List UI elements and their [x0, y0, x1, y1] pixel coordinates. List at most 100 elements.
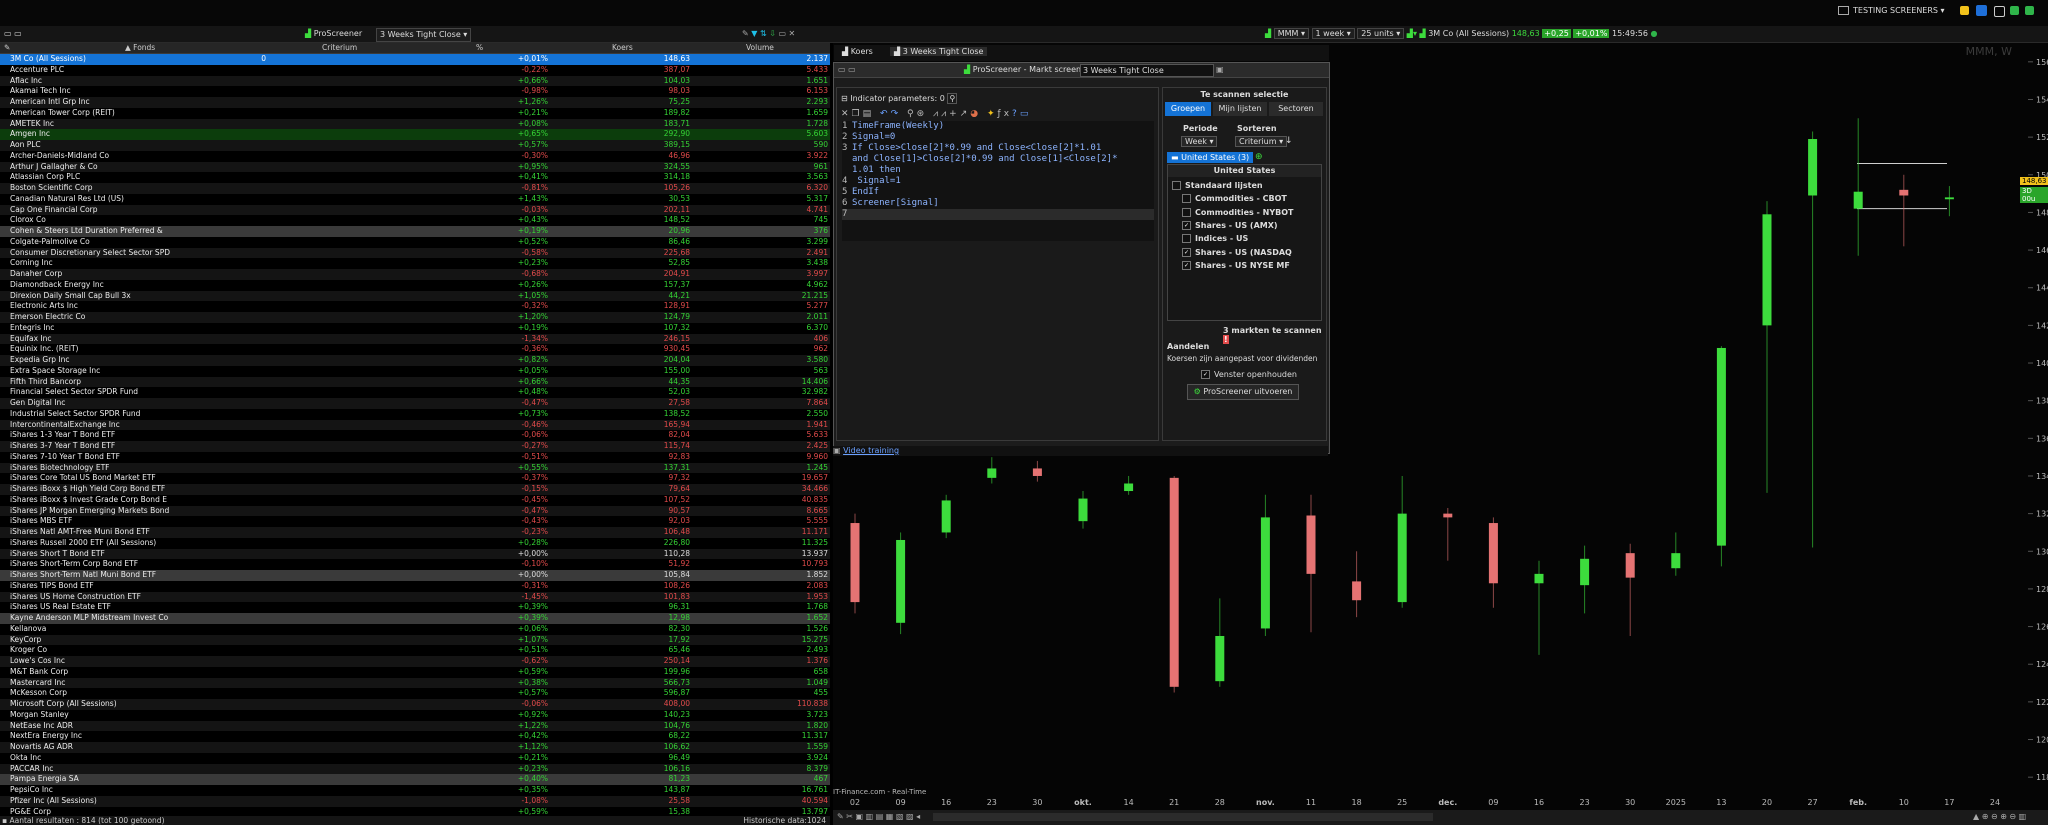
market-item[interactable]: Commodities - NYBOT	[1182, 207, 1294, 217]
chart-scrollbar[interactable]	[933, 813, 1433, 821]
table-row[interactable]: Colgate-Palmolive Co +0,52% 86,46 3.299	[0, 237, 830, 248]
candle-body[interactable]	[1260, 517, 1270, 629]
candle-body[interactable]	[1215, 635, 1225, 682]
market-checkbox[interactable]: ✓	[1182, 247, 1191, 257]
table-row[interactable]: PG&E Corp +0,59% 15,38 13.797	[0, 807, 830, 817]
trend-icon[interactable]: ↗	[960, 109, 971, 119]
period-select[interactable]: 1 week ▾	[1311, 28, 1355, 39]
table-row[interactable]: Extra Space Storage Inc +0,05% 155,00 563	[0, 366, 830, 377]
market-checkbox[interactable]	[1172, 181, 1181, 190]
window-controls[interactable]: ▭ ▭	[4, 28, 22, 40]
market-checkbox[interactable]: ✓	[1182, 260, 1191, 270]
table-row[interactable]: Fifth Third Bancorp +0,66% 44,35 14.406	[0, 376, 830, 388]
table-row[interactable]: iShares 7-10 Year T Bond ETF -0,51% 92,83 9…	[0, 452, 830, 463]
table-row[interactable]: Danaher Corp -0,68% 204,91 3.997	[0, 269, 830, 280]
table-row[interactable]: Okta Inc +0,21% 96,49 3.924	[0, 753, 830, 764]
table-row[interactable]: Gen Digital Inc -0,47% 27,58 7.864	[0, 398, 830, 409]
periode-select[interactable]: Week ▾	[1181, 136, 1218, 147]
code-line[interactable]: 6 Screener[Signal]	[842, 198, 939, 209]
table-row[interactable]: iShares Russell 2000 ETF (All Sessions) +…	[0, 538, 830, 549]
candle-body[interactable]	[1306, 515, 1316, 574]
table-row[interactable]: PepsiCo Inc +0,35% 143,87 16.761	[0, 785, 830, 796]
table-row[interactable]: Expedia Grp Inc +0,82% 204,04 3.580	[0, 355, 830, 366]
table-row[interactable]: IntercontinentalExchange Inc -0,46% 165,94…	[0, 419, 830, 431]
help-icon[interactable]: ?	[1012, 109, 1020, 119]
variable-icon[interactable]: ⅹ	[1004, 109, 1012, 119]
column-header-koers[interactable]: Koers	[612, 43, 633, 53]
candle-body[interactable]	[1671, 553, 1681, 569]
table-row[interactable]: iShares Biotechnology ETF +0,55% 137,31 1.2…	[0, 462, 830, 474]
undo-icon[interactable]: ↶	[880, 109, 891, 119]
color-icon[interactable]: ◕	[970, 109, 981, 119]
print-icon[interactable]: ▭	[1020, 109, 1032, 119]
tab-koers[interactable]: ▟ Koers	[842, 47, 873, 56]
flag-icon[interactable]	[1960, 6, 1969, 15]
table-row[interactable]: Mastercard Inc +0,38% 566,73 1.049	[0, 677, 830, 689]
code-line[interactable]: and Close[1]>Close[2]*0.99 and Close[1]<…	[842, 154, 1118, 165]
table-row[interactable]: Aflac Inc +0,66% 104,03 1.651	[0, 75, 830, 87]
table-row[interactable]: iShares Core Total US Bond Market ETF -0,…	[0, 473, 830, 484]
table-row[interactable]: Kellanova +0,06% 82,30 1.526	[0, 624, 830, 635]
candle-body[interactable]	[1032, 468, 1042, 476]
code-line[interactable]: 4 Signal=1	[842, 176, 901, 187]
candle-body[interactable]	[1397, 513, 1407, 603]
table-row[interactable]: Archer-Daniels-Midland Co -0,30% 46,96 3.92…	[0, 151, 830, 162]
table-row[interactable]: Equinix Inc. (REIT) -0,36% 930,45 962	[0, 344, 830, 355]
table-row[interactable]: AMETEK Inc +0,08% 183,71 1.728	[0, 118, 830, 130]
market-item[interactable]: Commodities - CBOT	[1182, 194, 1287, 204]
candle-body[interactable]	[1853, 191, 1863, 209]
table-row[interactable]: Equifax Inc -1,34% 246,15 406	[0, 333, 830, 345]
table-row[interactable]: iShares Natl AMT-Free Muni Bond ETF -0,23…	[0, 527, 830, 538]
table-row[interactable]: iShares TIPS Bond ETF -0,31% 108,26 2.083	[0, 581, 830, 592]
table-row[interactable]: American Intl Grp Inc +1,26% 75,25 2.293	[0, 97, 830, 108]
candle-body[interactable]	[1808, 139, 1818, 196]
table-row[interactable]: M&T Bank Corp +0,59% 199,96 658	[0, 667, 830, 678]
candle-body[interactable]	[1944, 197, 1954, 200]
table-row[interactable]: Pampa Energia SA +0,40% 81,23 467	[0, 774, 830, 785]
editor-toolbar[interactable]: ✕❐▤ ↶↷ ⚲⊛ ⩘⩘+↗◕ ✦ƒⅹ?▭	[841, 109, 1031, 119]
magnifier-icon[interactable]: ⚲	[947, 93, 958, 104]
profile-menu[interactable]: TESTING SCREENERS ▾	[1838, 6, 1945, 15]
table-row[interactable]: American Tower Corp (REIT) +0,21% 189,82 1.…	[0, 108, 830, 119]
sort-icon[interactable]: ⇅	[760, 29, 767, 38]
status-icon[interactable]	[2010, 6, 2019, 15]
table-row[interactable]: iShares 3-7 Year T Bond ETF -0,27% 115,74 2…	[0, 441, 830, 452]
table-row[interactable]: iShares MBS ETF -0,43% 92,03 5.555	[0, 516, 830, 527]
table-row[interactable]: Industrial Select Sector SPDR Fund +0,73%…	[0, 409, 830, 420]
table-row[interactable]: Lowe's Cos Inc -0,62% 250,14 1.376	[0, 656, 830, 667]
bulb-icon[interactable]: ✦	[987, 109, 998, 119]
target-icon[interactable]: ⊛	[917, 109, 928, 119]
column-header-fonds[interactable]: ▲ Fonds	[125, 43, 155, 53]
search-icon[interactable]: ⚲	[907, 109, 917, 119]
table-row[interactable]: Amgen Inc +0,65% 292,90 5.603	[0, 129, 830, 140]
candle-body[interactable]	[1762, 214, 1772, 326]
table-row[interactable]: Financial Select Sector SPDR Fund +0,48% 5…	[0, 387, 830, 398]
table-row[interactable]: Atlassian Corp PLC +0,41% 314,18 3.563	[0, 172, 830, 183]
expand-icon[interactable]	[1994, 6, 2005, 17]
wrench-icon[interactable]: ✎	[742, 29, 749, 38]
table-row[interactable]: iShares US Home Construction ETF -1,45% 10…	[0, 591, 830, 603]
screener-name-field[interactable]: 3 Weeks Tight Close	[1080, 64, 1214, 77]
column-header-pct[interactable]: %	[476, 43, 483, 53]
units-select[interactable]: 25 units ▾	[1357, 28, 1405, 39]
tab-mijn-lijsten[interactable]: Mijn lijsten	[1213, 102, 1267, 116]
market-item[interactable]: ✓ Shares - US (AMX)	[1182, 220, 1278, 230]
info-icon[interactable]: !	[1223, 335, 1229, 344]
table-row[interactable]: Clorox Co +0,43% 148,52 745	[0, 215, 830, 226]
export-icon[interactable]: ⇩	[769, 29, 776, 38]
add-indicator-icon[interactable]: ⩘+	[941, 109, 960, 119]
code-line[interactable]: 3 If Close>Close[2]*0.99 and Close<Close[…	[842, 143, 1101, 154]
tab-screener[interactable]: ▟ 3 Weeks Tight Close	[890, 47, 988, 56]
zoom-tools[interactable]: ▲ ⊕ ⊖ ⊕ ⊖ ▥	[1973, 812, 2026, 821]
market-item[interactable]: Indices - US	[1182, 234, 1248, 244]
table-row[interactable]: Direxion Daily Small Cap Bull 3x +1,05% 44…	[0, 290, 830, 302]
candle-body[interactable]	[1899, 189, 1909, 196]
table-row[interactable]: NetEase Inc ADR +1,22% 104,76 1.820	[0, 720, 830, 732]
table-row[interactable]: iShares Short-Term Corp Bond ETF -0,10% 51…	[0, 559, 830, 570]
code-editor[interactable]: 1 TimeFrame(Weekly) 2 Signal=0 3 If Close>Clo…	[842, 121, 1154, 241]
table-row[interactable]: iShares 1-3 Year T Bond ETF -0,06% 82,04 5.…	[0, 430, 830, 441]
candle-body[interactable]	[941, 500, 951, 533]
candle-body[interactable]	[1625, 553, 1635, 578]
table-row[interactable]: Kroger Co +0,51% 65,46 2.493	[0, 645, 830, 656]
table-row[interactable]: Diamondback Energy Inc +0,26% 157,37 4.962	[0, 280, 830, 291]
